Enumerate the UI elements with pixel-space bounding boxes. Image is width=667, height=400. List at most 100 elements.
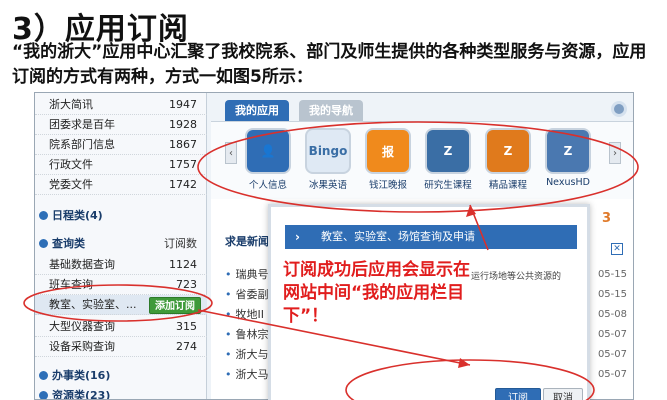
news-date: 05-15 [597, 289, 627, 300]
app-bingo-english[interactable]: Bingo 冰果英语 [303, 128, 353, 191]
news-date: 05-07 [597, 349, 627, 360]
news-item[interactable]: • 浙大与 [225, 345, 269, 365]
news-item[interactable]: • 省委副 [225, 285, 269, 305]
cancel-button[interactable]: 取消 [543, 388, 583, 400]
category-label: 查询类 [52, 237, 85, 250]
schedule-category[interactable]: 日程类(4) [35, 205, 207, 227]
query-category[interactable]: 查询类 订阅数 [35, 233, 207, 255]
category-bullet-icon [39, 239, 48, 248]
scroll-right-icon[interactable]: › [609, 142, 621, 164]
news-text: 瑞典号 [235, 268, 269, 281]
category-bullet-icon [39, 211, 48, 220]
bullet-icon: • [225, 308, 232, 321]
row-name: 基础数据查询 [49, 258, 115, 271]
row-count: 1757 [169, 158, 197, 171]
row-name: 大型仪器查询 [49, 320, 115, 333]
news-item[interactable]: • 瑞典号 [225, 265, 269, 285]
sidebar-row[interactable]: 浙大简讯 1947 [35, 95, 207, 115]
app-label: 个人信息 [248, 180, 287, 191]
app-qianjiang-news[interactable]: 报钱江晚报 [363, 128, 413, 191]
row-name: 浙大简讯 [49, 98, 93, 111]
row-count: 1124 [169, 258, 197, 271]
row-count: 1928 [169, 118, 197, 131]
gear-icon[interactable] [611, 101, 627, 117]
subscription-dialog: › 教室、实验室、场馆查询及申请 订阅成功后应用会显示在网站中间“我的应用栏目下”… [268, 204, 590, 400]
chevron-right-icon: › [295, 230, 300, 244]
zju-logo-icon: Z [545, 128, 591, 174]
slide-intro: “我的浙大”应用中心汇聚了我校院系、部门及师生提供的各种类型服务与资源，应用订阅… [12, 42, 647, 87]
app-label: 精品课程 [488, 180, 527, 191]
zju-logo-icon: Z [485, 128, 531, 174]
bullet-icon: • [225, 268, 232, 281]
sidebar-row[interactable]: 班车查询 723 [35, 275, 207, 295]
news-item[interactable]: • 牧地II [225, 305, 264, 325]
office-category[interactable]: 办事类(16) [35, 365, 207, 387]
news-text: 浙大与 [235, 348, 269, 361]
row-count: 274 [176, 340, 197, 353]
news-date: 05-07 [597, 329, 627, 340]
dialog-banner-text: 教室、实验室、场馆查询及申请 [321, 230, 475, 243]
news-title: 求是新闻 [225, 235, 269, 248]
sidebar-row[interactable]: 大型仪器查询 315 [35, 317, 207, 337]
add-subscription-button[interactable]: 添加订阅 [149, 297, 201, 314]
tab-my-apps[interactable]: 我的应用 [225, 100, 289, 121]
sidebar-row[interactable]: 团委求是百年 1928 [35, 115, 207, 135]
dialog-description: 运行场地等公共资源的 [471, 272, 562, 282]
subscribe-button[interactable]: 订阅 [495, 388, 541, 400]
app-label: 研究生课程 [424, 180, 472, 191]
category-label: 办事类(16) [52, 369, 111, 382]
app-graduate-courses[interactable]: Z 研究生课程 [423, 128, 473, 191]
scroll-left-icon[interactable]: ‹ [225, 142, 237, 164]
subscription-count-header: 订阅数 [164, 237, 197, 250]
news-text: 浙大马 [235, 368, 269, 381]
sidebar-row[interactable]: 设备采购查询 274 [35, 337, 207, 357]
row-name: 行政文件 [49, 158, 93, 171]
news-date: 05-07 [597, 369, 627, 380]
person-icon: 👤 [245, 128, 291, 174]
newspaper-icon: 报 [365, 128, 411, 174]
bullet-icon: • [225, 328, 232, 341]
bingo-icon: Bingo [305, 128, 351, 174]
app-strip: ‹ 👤 个人信息 Bingo 冰果英语 报钱江晚报 Z 研究生课程 Z 精品课程 Z Ne… [211, 121, 633, 199]
category-sidebar: 浙大简讯 1947 团委求是百年 1928 院系部门信息 1867 行政文件 1757 … [35, 93, 207, 400]
tab-bar: 我的应用 我的导航 [211, 93, 633, 121]
bullet-icon: • [225, 348, 232, 361]
app-personal-info[interactable]: 👤 个人信息 [243, 128, 293, 191]
page-number: 3 [601, 211, 611, 226]
row-count: 1947 [169, 98, 197, 111]
row-name: 团委求是百年 [49, 118, 115, 131]
row-name: 院系部门信息 [49, 138, 115, 151]
news-text: 省委副 [235, 288, 269, 301]
news-text: 鲁林宗 [235, 328, 269, 341]
sidebar-row[interactable]: 基础数据查询 1124 [35, 255, 207, 275]
sidebar-row[interactable]: 党委文件 1742 [35, 175, 207, 195]
row-name: 党委文件 [49, 178, 93, 191]
row-name: 班车查询 [49, 278, 93, 291]
zju-logo-icon: Z [425, 128, 471, 174]
row-name: 设备采购查询 [49, 340, 115, 353]
sidebar-row[interactable]: 行政文件 1757 [35, 155, 207, 175]
row-count: 1742 [169, 178, 197, 191]
bullet-icon: • [225, 288, 232, 301]
news-date: 05-08 [597, 309, 627, 320]
annotation-text: 订阅成功后应用会显示在网站中间“我的应用栏目下”！ [283, 260, 470, 326]
category-bullet-icon [39, 371, 48, 380]
sidebar-row-highlighted[interactable]: 教室、实验室、... 添加订阅 [35, 295, 207, 315]
category-label: 资源类(23) [52, 389, 111, 400]
row-count: 315 [176, 320, 197, 333]
category-bullet-icon [39, 391, 48, 399]
row-count: 1867 [169, 138, 197, 151]
news-date: 05-15 [597, 269, 627, 280]
app-quality-courses[interactable]: Z 精品课程 [483, 128, 533, 191]
tab-my-navigation[interactable]: 我的导航 [299, 100, 363, 121]
sidebar-row[interactable]: 院系部门信息 1867 [35, 135, 207, 155]
resource-category[interactable]: 资源类(23) [35, 385, 207, 400]
row-count: 723 [176, 278, 197, 291]
app-nexushd[interactable]: Z NexusHD [543, 128, 593, 188]
news-item[interactable]: • 鲁林宗 [225, 325, 269, 345]
category-label: 日程类(4) [52, 209, 103, 222]
app-label: 钱江晚报 [368, 180, 407, 191]
dialog-banner: › 教室、实验室、场馆查询及申请 [285, 225, 577, 249]
app-label: NexusHD [546, 177, 590, 188]
news-item[interactable]: • 浙大马 [225, 365, 269, 385]
